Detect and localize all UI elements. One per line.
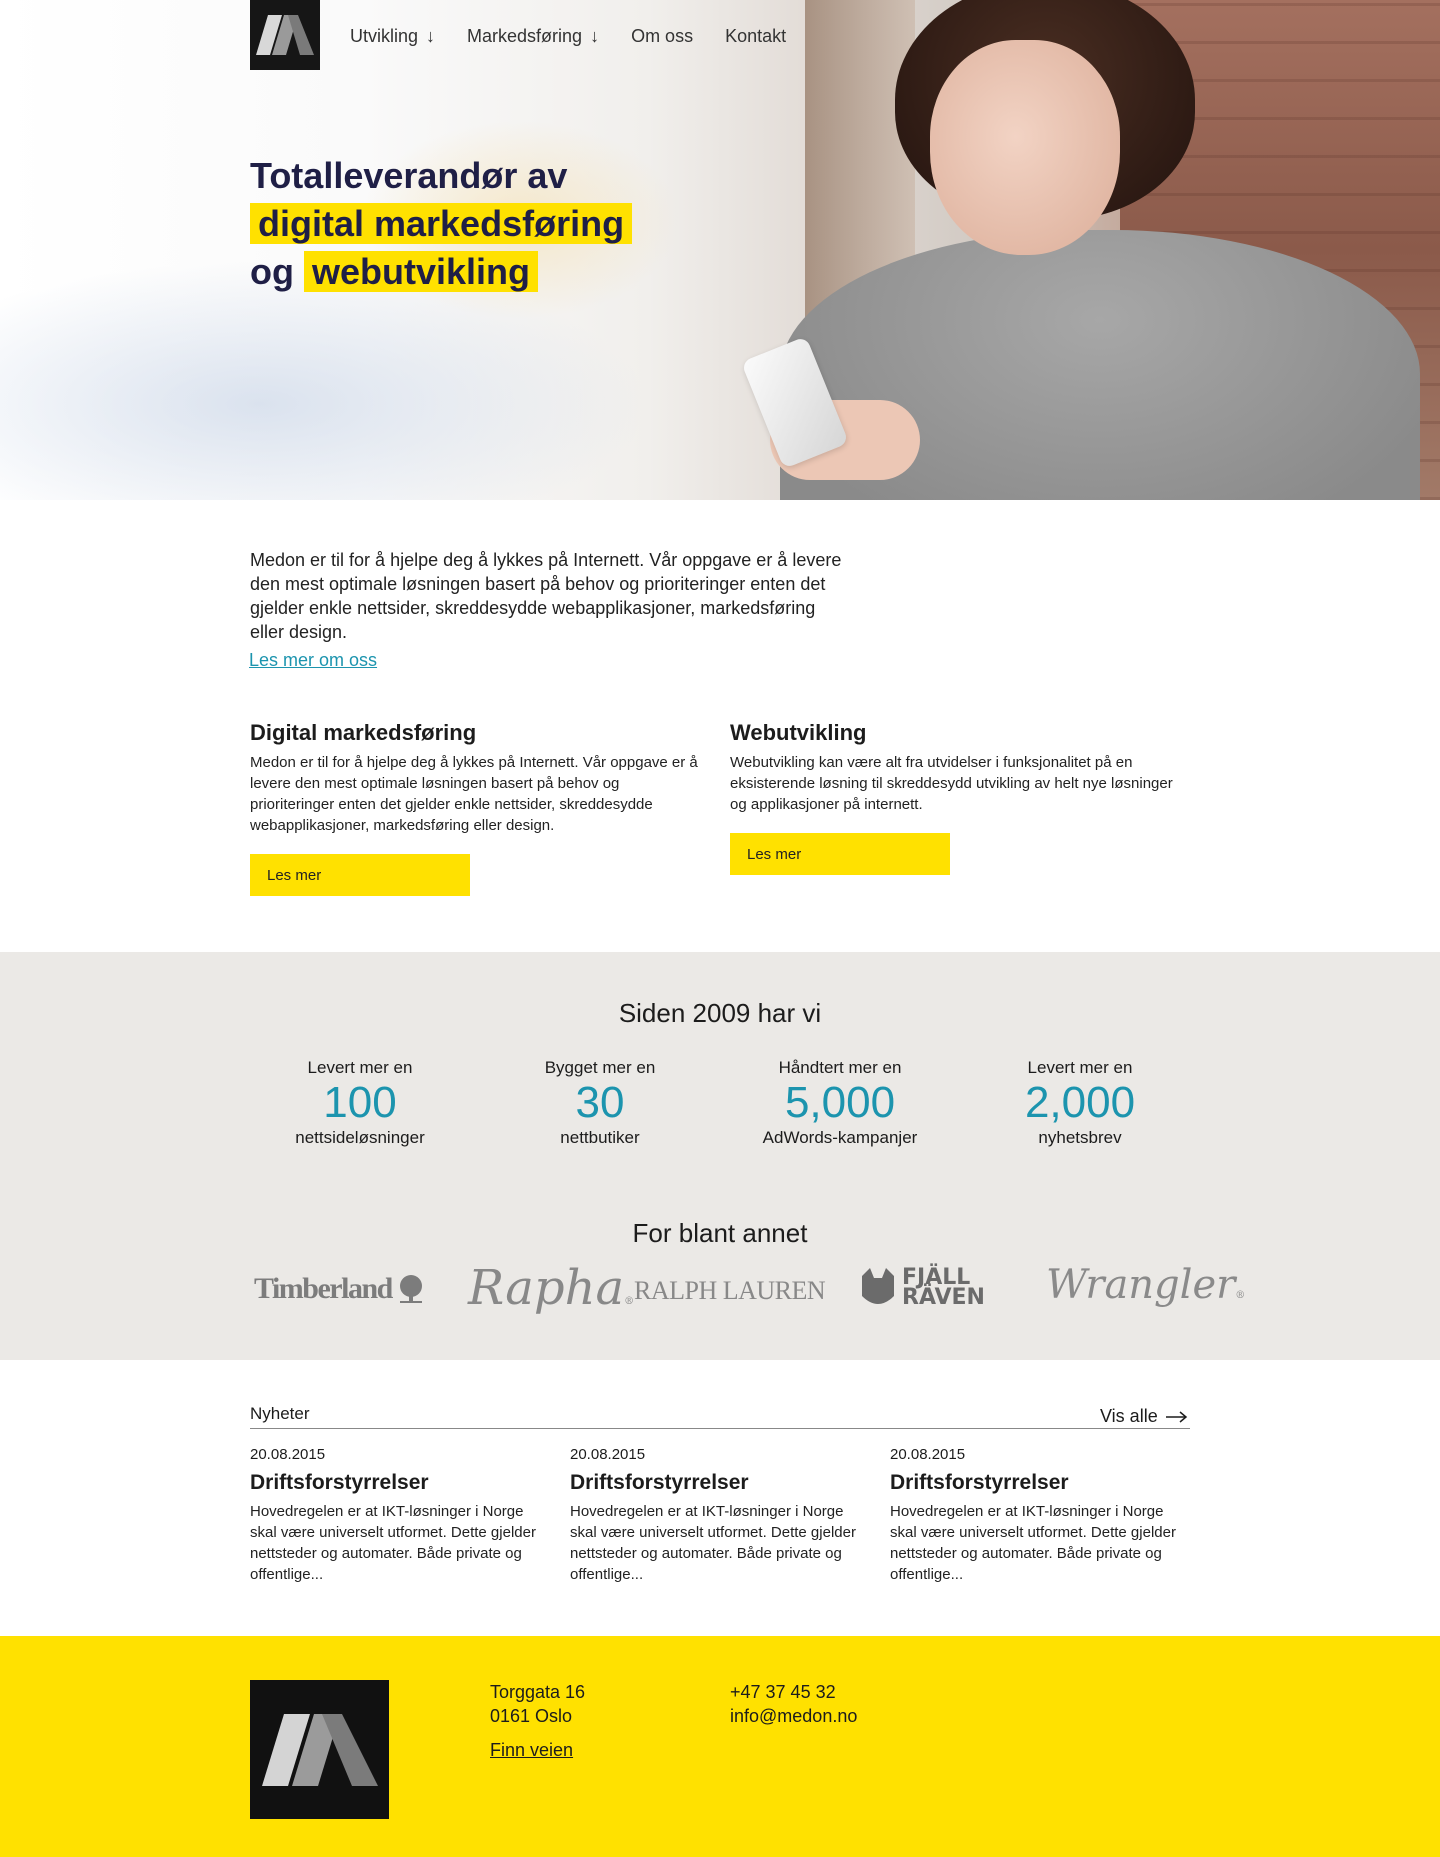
service-title: Digital markedsføring — [250, 720, 477, 745]
footer-contact: +47 37 45 32 info@medon.no — [730, 1680, 857, 1728]
stat-prefix: Bygget mer en — [544, 1058, 656, 1077]
news-heading: Nyheter — [250, 1404, 310, 1423]
nav-item-utvikling[interactable]: Utvikling ↓ — [350, 26, 435, 47]
service-description: Webutvikling kan være alt fra utvidelser… — [730, 754, 1173, 813]
client-name: Rapha — [468, 1260, 625, 1316]
news-title[interactable]: Driftsforstyrrelser — [890, 1471, 1180, 1495]
stat-item: Håndtert mer en 5,000 AdWords-kampanjer — [720, 1058, 960, 1148]
nav-item-label: Utvikling — [350, 26, 419, 46]
hero-headline: Totalleverandør av digital markedsføring… — [250, 152, 633, 296]
client-name: FJÄLL RÄVEN — [902, 1265, 985, 1310]
service-title: Webutvikling — [730, 720, 867, 745]
footer-address: Torggata 16 0161 Oslo — [490, 1680, 585, 1728]
stat-item: Levert mer en 2,000 nyhetsbrev — [960, 1058, 1200, 1148]
nav-item-label: Kontakt — [725, 26, 787, 46]
clients-heading: For blant annet — [632, 1218, 808, 1248]
client-name: Timberland — [254, 1272, 393, 1305]
news-excerpt: Hovedregelen er at IKT-løsninger i Norge… — [890, 1503, 1176, 1583]
client-logo-fjallraven: FJÄLL RÄVEN — [858, 1266, 1032, 1310]
hero-highlight-digital: digital markedsføring — [250, 203, 633, 244]
news-divider — [250, 1428, 1190, 1429]
stat-number: 100 — [323, 1078, 397, 1127]
stat-prefix: Levert mer en — [307, 1058, 413, 1077]
main-navigation: Utvikling ↓ Markedsføring ↓ Om oss Konta… — [350, 26, 818, 47]
nav-item-label: Markedsføring — [467, 26, 583, 46]
nav-item-kontakt[interactable]: Kontakt — [725, 26, 786, 47]
address-street: Torggata 16 — [490, 1682, 586, 1702]
arrow-down-icon: ↓ — [426, 26, 436, 46]
news-card[interactable]: 20.08.2015 Driftsforstyrrelser Hovedrege… — [250, 1446, 540, 1585]
client-logo-ralph-lauren: RALPH LAUREN — [634, 1276, 826, 1306]
stat-number: 30 — [575, 1078, 625, 1127]
stat-suffix: nettsideløsninger — [295, 1128, 425, 1147]
stat-number: 5,000 — [784, 1078, 896, 1127]
fox-icon — [862, 1268, 894, 1304]
stat-prefix: Håndtert mer en — [778, 1058, 902, 1077]
footer-logo — [250, 1680, 389, 1819]
intro-text: Medon er til for å hjelpe deg å lykkes p… — [250, 550, 842, 642]
hero-section — [0, 0, 1440, 500]
stats-heading: Siden 2009 har vi — [618, 998, 822, 1028]
contact-email[interactable]: info@medon.no — [730, 1704, 857, 1728]
nav-item-label: Om oss — [631, 26, 694, 46]
service-description: Medon er til for å hjelpe deg å lykkes p… — [250, 754, 698, 834]
service-digital-marketing: Digital markedsføring Medon er til for å… — [250, 720, 700, 896]
view-all-label: Vis alle — [1100, 1406, 1158, 1426]
news-date: 20.08.2015 — [570, 1446, 646, 1463]
hero-line-1: Totalleverandør av — [250, 155, 568, 196]
arrow-down-icon: ↓ — [590, 26, 600, 46]
news-excerpt: Hovedregelen er at IKT-løsninger i Norge… — [250, 1503, 536, 1583]
client-name: Wrangler — [1046, 1262, 1236, 1308]
service-web-development: Webutvikling Webutvikling kan være alt f… — [730, 720, 1180, 875]
medon-logo-link[interactable] — [250, 0, 320, 70]
tree-icon — [399, 1275, 422, 1303]
find-way-link[interactable]: Finn veien — [490, 1740, 573, 1761]
news-title[interactable]: Driftsforstyrrelser — [570, 1471, 860, 1495]
client-name: RALPH LAUREN — [634, 1276, 826, 1305]
medon-m-logo — [256, 15, 314, 55]
stat-suffix: AdWords-kampanjer — [762, 1128, 918, 1147]
about-us-link[interactable]: Les mer om oss — [249, 650, 377, 671]
address-city: 0161 Oslo — [490, 1706, 573, 1726]
news-excerpt: Hovedregelen er at IKT-løsninger i Norge… — [570, 1503, 856, 1583]
client-logo-timberland: Timberland — [254, 1272, 426, 1306]
stat-item: Bygget mer en 30 nettbutiker — [480, 1058, 720, 1148]
medon-m-logo — [261, 1713, 378, 1786]
client-logo-rapha: Rapha® — [468, 1260, 635, 1316]
news-card[interactable]: 20.08.2015 Driftsforstyrrelser Hovedrege… — [890, 1446, 1180, 1585]
stat-prefix: Levert mer en — [1027, 1058, 1133, 1077]
hero-highlight-web: webutvikling — [304, 251, 539, 292]
nav-item-markedsforing[interactable]: Markedsføring ↓ — [467, 26, 599, 47]
stat-suffix: nettbutiker — [560, 1128, 640, 1147]
stat-suffix: nyhetsbrev — [1038, 1128, 1122, 1147]
news-date: 20.08.2015 — [250, 1446, 326, 1463]
news-title[interactable]: Driftsforstyrrelser — [250, 1471, 540, 1495]
hero-line-3-prefix: og — [250, 251, 294, 292]
nav-item-om-oss[interactable]: Om oss — [631, 26, 693, 47]
contact-phone[interactable]: +47 37 45 32 — [730, 1680, 857, 1704]
client-logo-wrangler: Wrangler® — [1046, 1262, 1246, 1308]
hero-person-face — [930, 40, 1120, 255]
arrow-right-icon — [1165, 1410, 1187, 1423]
view-all-news-link[interactable]: Vis alle — [1100, 1406, 1188, 1427]
stat-number: 2,000 — [1024, 1078, 1136, 1127]
read-more-button[interactable]: Les mer — [730, 833, 950, 875]
news-card[interactable]: 20.08.2015 Driftsforstyrrelser Hovedrege… — [570, 1446, 860, 1585]
news-date: 20.08.2015 — [890, 1446, 966, 1463]
site-footer: Torggata 16 0161 Oslo Finn veien +47 37 … — [0, 1636, 1440, 1857]
read-more-button[interactable]: Les mer — [250, 854, 470, 896]
stat-item: Levert mer en 100 nettsideløsninger — [240, 1058, 480, 1148]
